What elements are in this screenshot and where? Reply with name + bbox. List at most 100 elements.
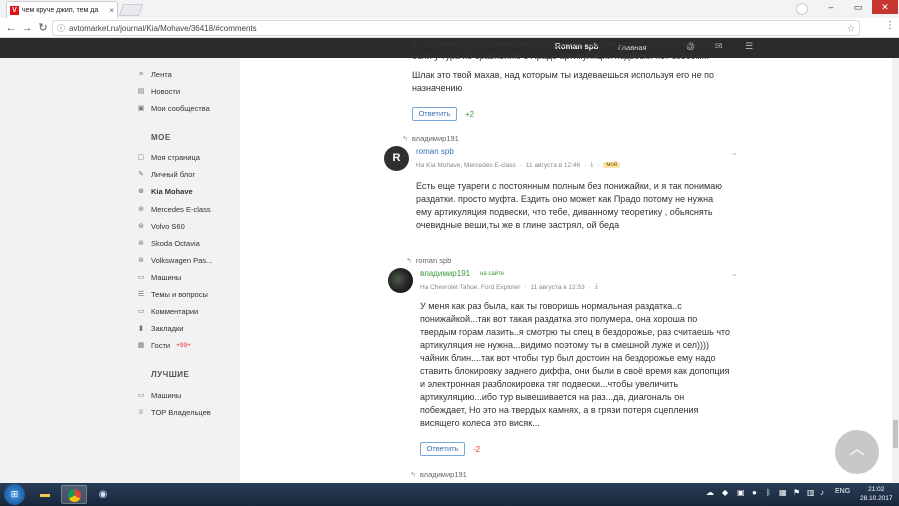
browser-tab[interactable]: V чем круче джип, тем да × xyxy=(6,1,118,18)
profile-icon[interactable] xyxy=(796,3,808,15)
maximize-button[interactable]: ▭ xyxy=(845,0,871,14)
reply-to-user[interactable]: владимир191 xyxy=(412,134,459,143)
scroll-to-top-button[interactable]: ︿ xyxy=(835,430,879,474)
language-indicator[interactable]: ENG xyxy=(835,488,850,495)
volume-icon[interactable]: ♪ xyxy=(820,488,824,497)
comment-cars: На Kia Mohave, Mercedes E-class xyxy=(416,161,516,169)
sidebar-heading-mine: МОЕ xyxy=(151,133,171,142)
sidebar-item-feed[interactable]: ≡ Лента xyxy=(137,70,172,79)
tray-icon[interactable]: ● xyxy=(752,488,757,497)
reply-button[interactable]: Ответить xyxy=(420,442,465,456)
chevron-down-icon[interactable]: ⌄ xyxy=(731,269,738,278)
back-button[interactable]: ← xyxy=(4,21,18,35)
sidebar-item-communities[interactable]: ▣ Мои сообщества xyxy=(137,104,210,113)
sidebar-item-label: Volkswagen Pas... xyxy=(151,256,213,265)
reload-button[interactable]: ↻ xyxy=(36,21,50,35)
download-icon[interactable]: ⤓ xyxy=(595,283,598,291)
comment-text-line: висящего колеса это висяк... xyxy=(420,418,540,428)
sidebar-item-kia-mohave[interactable]: ⊛ Kia Mohave xyxy=(137,187,193,196)
reply-to-user[interactable]: roman spb xyxy=(416,256,451,265)
bluetooth-icon[interactable]: ᛒ xyxy=(766,488,771,497)
tray-icon[interactable]: ◆ xyxy=(722,488,728,497)
sidebar-item-comments[interactable]: ▭ Комментарии xyxy=(137,307,199,316)
sidebar-item-label: Закладки xyxy=(151,324,184,333)
steering-wheel-icon: ⊛ xyxy=(138,256,144,264)
sidebar-item-label: Личный блог xyxy=(151,170,196,179)
page-info-icon[interactable]: ⓘ xyxy=(57,23,65,34)
sidebar-item-guests[interactable]: ▦ Гости +99+ xyxy=(137,341,191,350)
cloud-icon[interactable]: ☁ xyxy=(706,488,714,497)
taskbar: ⊞ ▬ ◉ ☁ ◆ ▣ ● ᛒ ▦ ⚑ ▥ ♪ ENG 21:02 28.10.… xyxy=(0,483,899,506)
sidebar-item-volkswagen[interactable]: ⊛ Volkswagen Pas... xyxy=(137,256,212,265)
comment-date[interactable]: 11 августа в 12:46 xyxy=(526,162,580,169)
comment-text-line: твердым горам лазить..я смотрю ты спец в… xyxy=(420,327,731,337)
address-bar[interactable]: ⓘ avtomarket.ru/journal/Kia/Mohave/36418… xyxy=(52,20,860,36)
feed-icon: ≡ xyxy=(138,70,144,78)
sidebar-item-news[interactable]: ▤ Новости xyxy=(137,87,180,96)
sidebar-item-mercedes[interactable]: ⊛ Mercedes E-class xyxy=(137,205,211,214)
comment-text-line: артикуляцию...ибо тур вывешивается на ра… xyxy=(420,392,685,402)
chrome-icon[interactable] xyxy=(61,485,87,504)
reply-arrow-icon: ↰ xyxy=(410,471,416,479)
comment-author[interactable]: roman spb xyxy=(416,147,454,156)
download-icon[interactable]: ⤓ xyxy=(590,161,593,169)
bookmark-icon: ▮ xyxy=(139,324,143,332)
clock[interactable]: 21:02 28.10.2017 xyxy=(860,485,893,503)
sidebar-item-my-page[interactable]: ▢ Моя страница xyxy=(137,153,200,162)
clock-time: 21:02 xyxy=(868,486,885,493)
chevron-down-icon[interactable]: ⌄ xyxy=(731,148,738,157)
topics-icon: ☰ xyxy=(137,290,145,298)
scrollbar-thumb[interactable] xyxy=(893,420,898,448)
reply-to-label: ↰ roman spb xyxy=(406,256,451,265)
flag-icon[interactable]: ⚑ xyxy=(793,488,800,497)
sidebar-heading-best: ЛУЧШИЕ xyxy=(151,370,190,379)
app-icon[interactable]: ◉ xyxy=(90,485,116,504)
reply-button[interactable]: Ответить xyxy=(412,107,457,121)
tray-icon[interactable]: ▣ xyxy=(737,488,745,497)
comment-text-line: понижайкой...так вот такая раздатка это … xyxy=(420,314,698,324)
browser-menu-icon[interactable]: ⋮ xyxy=(885,20,895,31)
sidebar xyxy=(0,58,240,483)
blog-icon: ✎ xyxy=(138,170,144,178)
sidebar-item-volvo[interactable]: ⊛ Volvo S60 xyxy=(137,222,185,231)
sidebar-item-label: Машины xyxy=(151,273,182,282)
sidebar-item-label: Гости xyxy=(151,341,171,350)
comment-text-line: артикуляция не нужна...видимо поэтому ты… xyxy=(420,340,710,350)
avatar[interactable] xyxy=(388,268,413,293)
address-url: avtomarket.ru/journal/Kia/Mohave/36418/#… xyxy=(69,23,257,33)
sidebar-item-blog[interactable]: ✎ Личный блог xyxy=(137,170,195,179)
tray-icon[interactable]: ▦ xyxy=(779,488,787,497)
forward-button[interactable]: → xyxy=(20,21,34,35)
tab-close-icon[interactable]: × xyxy=(109,6,114,15)
sidebar-item-label: Skoda Octavia xyxy=(151,239,200,248)
reply-to-user[interactable]: владимир191 xyxy=(420,470,467,479)
comment-text-line: ему артикуляция подвески, что тебе, дива… xyxy=(416,207,713,217)
site-favicon-icon: V xyxy=(10,5,19,15)
sidebar-item-top-owners[interactable]: ♕ TOP Владельцев xyxy=(137,408,211,417)
sidebar-item-bookmarks[interactable]: ▮ Закладки xyxy=(137,324,183,333)
sidebar-item-label: Лента xyxy=(151,70,172,79)
sidebar-item-label: Моя страница xyxy=(151,153,200,162)
start-button[interactable]: ⊞ xyxy=(4,484,25,505)
comment-text-line: раздатки. просто муфта. Ездить оно может… xyxy=(416,194,714,204)
sidebar-item-best-cars[interactable]: ▭ Машины xyxy=(137,391,182,400)
minimize-button[interactable]: – xyxy=(818,0,844,14)
new-tab-button[interactable] xyxy=(118,4,144,16)
guests-icon: ▦ xyxy=(137,341,145,349)
sidebar-item-topics[interactable]: ☰ Темы и вопросы xyxy=(137,290,208,299)
file-explorer-icon[interactable]: ▬ xyxy=(32,485,58,504)
reply-to-label: ↰ владимир191 xyxy=(402,134,459,143)
comment-author[interactable]: владимир191 xyxy=(420,269,470,278)
bookmark-star-icon[interactable]: ☆ xyxy=(847,23,855,34)
network-icon[interactable]: ▥ xyxy=(807,488,815,497)
sidebar-item-skoda[interactable]: ⊛ Skoda Octavia xyxy=(137,239,200,248)
sidebar-item-label: TOP Владельцев xyxy=(151,408,211,417)
cars-icon: ▭ xyxy=(137,391,145,399)
window-close-button[interactable]: ✕ xyxy=(872,0,898,14)
avatar[interactable]: R xyxy=(384,146,409,171)
sidebar-item-label: Новости xyxy=(151,87,181,96)
sidebar-item-cars[interactable]: ▭ Машины xyxy=(137,273,182,282)
comment-text-line: назначению xyxy=(412,83,463,93)
guests-count-badge: +99+ xyxy=(176,342,191,349)
comment-date[interactable]: 11 августа в 12:53 xyxy=(531,284,585,291)
